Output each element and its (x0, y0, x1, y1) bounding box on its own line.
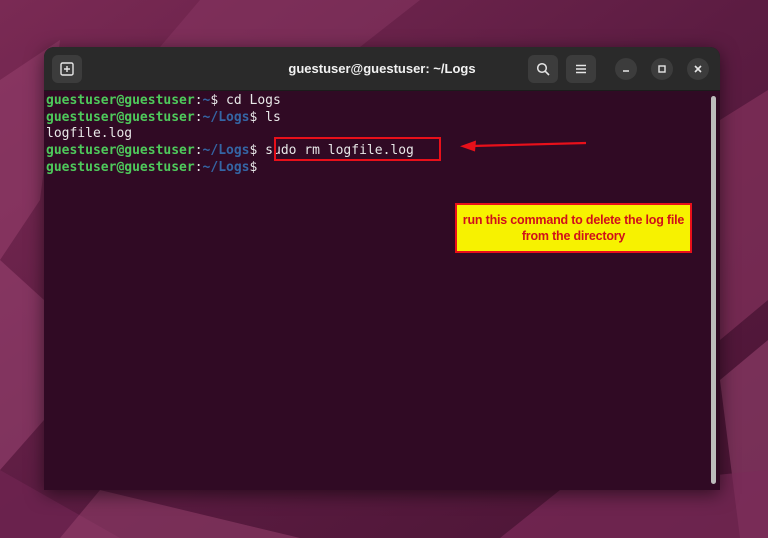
annotation-note: run this command to delete the log file … (455, 203, 692, 253)
new-tab-button[interactable] (52, 55, 82, 83)
prompt-colon: : (194, 142, 203, 158)
prompt-path: ~/Logs (202, 109, 250, 125)
command-output: logfile.log (46, 126, 133, 141)
command-text: cd Logs (218, 93, 281, 108)
prompt-user: guestuser@guestuser (46, 160, 195, 175)
terminal-window: guestuser@guestuser: ~/Logs guestuser@gu… (44, 47, 720, 490)
maximize-button[interactable] (651, 58, 673, 80)
command-highlight-box (274, 137, 441, 161)
close-button[interactable] (687, 58, 709, 80)
terminal-line: guestuser@guestuser:~/Logs$ ls (46, 110, 706, 127)
terminal-cursor (257, 159, 265, 174)
terminal-line: guestuser@guestuser:~$ cd Logs (46, 93, 706, 110)
prompt-colon: : (194, 160, 203, 175)
window-title: guestuser@guestuser: ~/Logs (288, 61, 476, 76)
maximize-icon (658, 65, 666, 73)
minimize-icon (623, 70, 629, 72)
annotation-arrow-icon (460, 140, 587, 152)
title-bar: guestuser@guestuser: ~/Logs (44, 47, 720, 91)
search-icon (536, 62, 550, 76)
prompt-path: ~/Logs (202, 142, 250, 158)
hamburger-menu-icon (576, 64, 586, 74)
prompt-colon: : (194, 109, 203, 125)
command-text: ls (257, 109, 281, 125)
prompt-user: guestuser@guestuser (46, 93, 195, 108)
prompt-user: guestuser@guestuser (46, 109, 195, 125)
search-button[interactable] (528, 55, 558, 83)
prompt-colon: : (194, 93, 203, 108)
new-tab-icon (60, 62, 74, 76)
prompt-user: guestuser@guestuser (46, 142, 195, 158)
vertical-scrollbar[interactable] (711, 96, 716, 484)
minimize-button[interactable] (615, 58, 637, 80)
menu-button[interactable] (566, 55, 596, 83)
prompt-dollar: $ (249, 160, 258, 175)
close-icon (694, 65, 702, 73)
terminal-line: guestuser@guestuser:~/Logs$ (46, 159, 706, 176)
prompt-path: ~/Logs (202, 160, 250, 175)
